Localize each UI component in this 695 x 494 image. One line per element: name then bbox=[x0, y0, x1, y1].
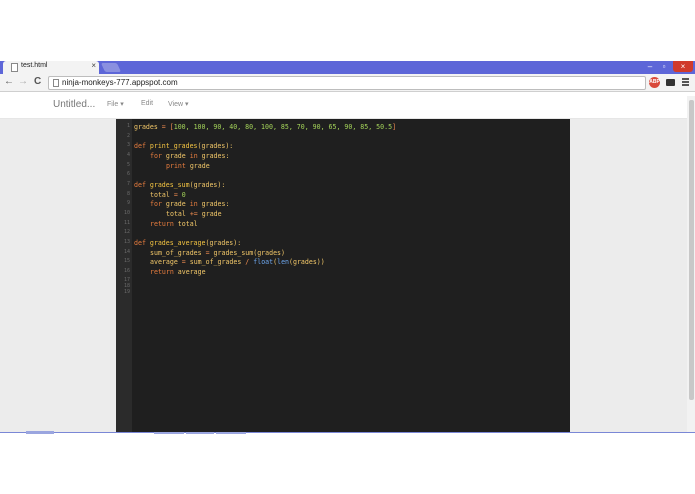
line-number: 4 bbox=[126, 152, 130, 158]
code-line: total = 0 bbox=[150, 191, 186, 199]
code-token: 100, 100, 90, 40, 80, 100, 85, 70, 90, 6… bbox=[173, 123, 393, 131]
window-minimize-button[interactable]: – bbox=[643, 61, 657, 72]
adblock-icon[interactable]: ABP bbox=[649, 77, 660, 88]
code-token: (grades): bbox=[189, 181, 226, 189]
code-token: grades: bbox=[201, 152, 230, 160]
code-token: = [ bbox=[157, 123, 174, 131]
code-token: = bbox=[181, 258, 190, 266]
code-line: sum_of_grades = grades_sum(grades) bbox=[150, 249, 285, 257]
back-arrow-icon[interactable]: ← bbox=[4, 75, 14, 89]
tab-title: test.html bbox=[21, 62, 48, 69]
code-token: (grades): bbox=[197, 142, 234, 150]
code-token: float bbox=[253, 258, 274, 266]
line-number: 12 bbox=[123, 229, 130, 235]
code-token: = bbox=[205, 249, 214, 257]
reload-icon[interactable]: C bbox=[34, 75, 41, 89]
code-token: total bbox=[166, 210, 190, 218]
code-token: in bbox=[189, 200, 202, 208]
page-icon bbox=[53, 79, 59, 87]
code-token: 0 bbox=[181, 191, 186, 199]
code-line: def grades_sum(grades): bbox=[134, 181, 225, 189]
line-number: 8 bbox=[126, 191, 130, 197]
code-token: (grades)) bbox=[289, 258, 325, 266]
code-token: for bbox=[150, 152, 166, 160]
code-token: print bbox=[166, 162, 190, 170]
code-line: def grades_average(grades): bbox=[134, 239, 241, 247]
code-token: total bbox=[150, 191, 174, 199]
code-token: print_grades bbox=[149, 142, 198, 150]
code-token: (grades): bbox=[205, 239, 242, 247]
code-line: return total bbox=[150, 220, 198, 228]
code-token: sum_of_grades bbox=[189, 258, 246, 266]
menu-edit[interactable]: Edit bbox=[141, 100, 153, 107]
window-maximize-button[interactable]: ▫ bbox=[657, 61, 671, 72]
line-number: 14 bbox=[123, 249, 130, 255]
code-line: for grade in grades: bbox=[150, 200, 229, 208]
code-line: print grade bbox=[166, 162, 210, 170]
code-token: grade bbox=[189, 162, 210, 170]
code-token: grades bbox=[134, 123, 158, 131]
code-token: grades_sum bbox=[149, 181, 190, 189]
scrollbar-thumb[interactable] bbox=[689, 100, 694, 400]
app-header bbox=[0, 92, 695, 119]
code-token: grades_sum(grades) bbox=[213, 249, 285, 257]
code-line: average = sum_of_grades / float(len(grad… bbox=[150, 258, 325, 266]
tab-close-icon[interactable]: × bbox=[91, 61, 96, 70]
code-token: grades: bbox=[201, 200, 230, 208]
address-bar[interactable]: ninja-monkeys-777.appspot.com bbox=[48, 76, 646, 90]
line-number: 1 bbox=[126, 123, 130, 129]
code-token: return bbox=[150, 220, 178, 228]
code-token: grade bbox=[201, 210, 222, 218]
line-number: 16 bbox=[123, 268, 130, 274]
code-token: def bbox=[134, 239, 150, 247]
code-line: def print_grades(grades): bbox=[134, 142, 233, 150]
line-number: 5 bbox=[126, 162, 130, 168]
url-text[interactable]: ninja-monkeys-777.appspot.com bbox=[62, 77, 178, 89]
code-token: def bbox=[134, 181, 150, 189]
code-token: sum_of_grades bbox=[150, 249, 206, 257]
menu-view[interactable]: View ▾ bbox=[168, 100, 189, 108]
line-number: 15 bbox=[123, 258, 130, 264]
code-line: grades = [100, 100, 90, 40, 80, 100, 85,… bbox=[134, 123, 396, 131]
forward-arrow-icon[interactable]: → bbox=[18, 75, 28, 89]
code-token: in bbox=[189, 152, 202, 160]
menu-icon[interactable] bbox=[682, 78, 689, 87]
line-number: 7 bbox=[126, 181, 130, 187]
code-token: total bbox=[177, 220, 198, 228]
browser-tab[interactable]: test.html × bbox=[3, 61, 99, 74]
code-token: return bbox=[150, 268, 178, 276]
line-number: 2 bbox=[126, 133, 130, 139]
bottom-tab bbox=[26, 431, 54, 434]
chat-extension-icon[interactable] bbox=[666, 79, 675, 86]
line-number: 13 bbox=[123, 239, 130, 245]
code-token: ] bbox=[392, 123, 397, 131]
line-number: 6 bbox=[126, 171, 130, 177]
code-token: grades_average bbox=[149, 239, 206, 247]
code-token: average bbox=[177, 268, 206, 276]
code-token: += bbox=[189, 210, 202, 218]
document-icon bbox=[11, 63, 18, 72]
code-token: = bbox=[173, 191, 182, 199]
line-number: 10 bbox=[123, 210, 130, 216]
line-number: 11 bbox=[123, 220, 130, 226]
code-token: def bbox=[134, 142, 150, 150]
document-title[interactable]: Untitled... bbox=[53, 99, 95, 110]
line-number: 19 bbox=[123, 289, 130, 295]
code-token: len bbox=[277, 258, 290, 266]
code-token: average bbox=[150, 258, 182, 266]
line-number: 3 bbox=[126, 142, 130, 148]
code-line: return average bbox=[150, 268, 206, 276]
code-token: for bbox=[150, 200, 166, 208]
window-close-button[interactable]: × bbox=[673, 61, 693, 72]
line-number: 9 bbox=[126, 200, 130, 206]
code-token: grade bbox=[165, 152, 190, 160]
bottom-divider bbox=[0, 432, 695, 433]
menu-file[interactable]: File ▾ bbox=[107, 100, 124, 108]
code-token: grade bbox=[165, 200, 190, 208]
code-line: for grade in grades: bbox=[150, 152, 229, 160]
code-line: total += grade bbox=[166, 210, 222, 218]
